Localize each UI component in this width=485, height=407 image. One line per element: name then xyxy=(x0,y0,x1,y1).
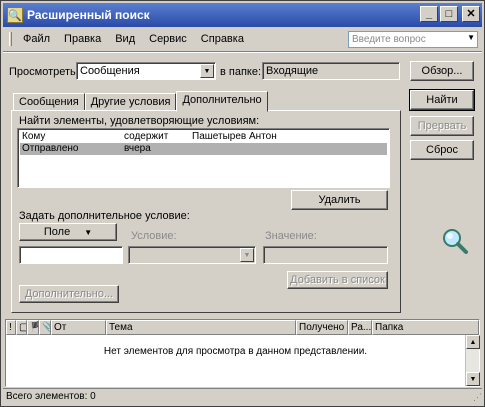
criteria-condition: вчера xyxy=(124,143,151,154)
look-for-select[interactable]: Сообщения ▼ xyxy=(76,62,216,80)
magnifier-icon xyxy=(443,229,468,254)
condition-label: Условие: xyxy=(131,230,177,242)
browse-button[interactable]: Обзор... xyxy=(410,61,474,81)
col-importance[interactable]: ! xyxy=(6,320,16,335)
status-bar: Всего элементов: 0 xyxy=(3,388,482,404)
folder-value: Входящие xyxy=(266,65,319,77)
maximize-button[interactable]: □ xyxy=(440,6,458,22)
criteria-label: Найти элементы, удовлетворяющие условиям… xyxy=(19,115,260,127)
tab-more-choices[interactable]: Другие условия xyxy=(84,93,177,111)
criteria-list[interactable]: Кому содержит Пашетырев Антон Отправлено… xyxy=(17,128,390,188)
remove-button[interactable]: Удалить xyxy=(291,190,388,210)
col-from[interactable]: От xyxy=(51,320,106,335)
scroll-up-arrow-icon[interactable]: ▲ xyxy=(466,335,480,349)
criteria-row[interactable]: Кому содержит Пашетырев Антон xyxy=(20,131,387,143)
more-choices-button[interactable]: Дополнительно... xyxy=(19,285,119,303)
new-search-button[interactable]: Сброс xyxy=(410,140,474,160)
col-subject[interactable]: Тема xyxy=(106,320,296,335)
close-button[interactable]: ✕ xyxy=(462,6,480,22)
item-count: Всего элементов: 0 xyxy=(6,391,96,402)
search-window-icon: 🔍 xyxy=(7,7,23,23)
resize-grip-icon[interactable]: ⋰ xyxy=(473,392,482,403)
folder-field: Входящие xyxy=(262,62,400,80)
value-label: Значение: xyxy=(265,230,317,242)
field-input[interactable] xyxy=(19,246,123,264)
divider xyxy=(3,51,482,53)
condition-select[interactable]: ▼ xyxy=(128,246,256,264)
col-size[interactable]: Ра... xyxy=(348,320,372,335)
col-folder[interactable]: Папка xyxy=(372,320,479,335)
ask-question-placeholder: Введите вопрос xyxy=(352,34,426,45)
col-flag[interactable]: 🏴 xyxy=(27,320,39,335)
find-now-button[interactable]: Найти xyxy=(409,89,475,111)
col-attachment[interactable]: 📎 xyxy=(39,320,51,335)
stop-button[interactable]: Прервать xyxy=(410,116,474,136)
criteria-value: Пашетырев Антон xyxy=(192,131,277,142)
menu-edit[interactable]: Правка xyxy=(57,33,108,45)
criteria-field: Кому xyxy=(22,131,46,142)
look-for-value: Сообщения xyxy=(80,65,140,77)
ask-question-box[interactable]: Введите вопрос ▼ xyxy=(348,31,478,48)
chevron-down-icon: ▼ xyxy=(467,33,475,42)
vertical-scrollbar[interactable]: ▲ ▼ xyxy=(465,335,480,386)
tab-advanced[interactable]: Дополнительно xyxy=(176,91,268,112)
minimize-button[interactable]: _ xyxy=(420,6,438,22)
value-input[interactable] xyxy=(263,246,388,264)
results-header: ! ▢ 🏴 📎 От Тема Получено Ра... Папка xyxy=(6,320,479,335)
criteria-condition: содержит xyxy=(124,131,169,142)
field-button-label: Поле xyxy=(43,226,71,238)
results-list[interactable]: ! ▢ 🏴 📎 От Тема Получено Ра... Папка Нет… xyxy=(5,319,480,387)
toolbar-grip xyxy=(9,32,12,46)
tab-strip: Сообщения Другие условия Дополнительно xyxy=(13,91,268,112)
add-to-list-button[interactable]: Добавить в список xyxy=(287,271,388,289)
triangle-down-icon: ▼ xyxy=(84,227,93,237)
field-button[interactable]: Поле ▼ xyxy=(19,223,117,241)
col-icon[interactable]: ▢ xyxy=(16,320,27,335)
criteria-row-selected[interactable]: Отправлено вчера xyxy=(20,143,387,155)
advanced-find-window: 🔍 Расширенный поиск _ □ ✕ Файл Правка Ви… xyxy=(0,0,485,407)
menu-file[interactable]: Файл xyxy=(16,33,57,45)
menu-view[interactable]: Вид xyxy=(108,33,142,45)
chevron-down-icon: ▼ xyxy=(240,248,254,262)
menu-help[interactable]: Справка xyxy=(194,33,251,45)
in-folder-label: в папке: xyxy=(220,66,262,78)
col-received[interactable]: Получено xyxy=(296,320,348,335)
window-title: Расширенный поиск xyxy=(27,8,150,22)
look-for-label: Просмотреть: xyxy=(9,66,79,78)
empty-message: Нет элементов для просмотра в данном пре… xyxy=(103,346,368,357)
tab-messages[interactable]: Сообщения xyxy=(13,93,85,111)
criteria-field: Отправлено xyxy=(22,143,79,154)
title-bar: 🔍 Расширенный поиск _ □ ✕ xyxy=(3,3,482,27)
define-more-label: Задать дополнительное условие: xyxy=(19,210,190,222)
scroll-down-arrow-icon[interactable]: ▼ xyxy=(466,372,480,386)
chevron-down-icon[interactable]: ▼ xyxy=(200,64,214,78)
menu-tools[interactable]: Сервис xyxy=(142,33,194,45)
